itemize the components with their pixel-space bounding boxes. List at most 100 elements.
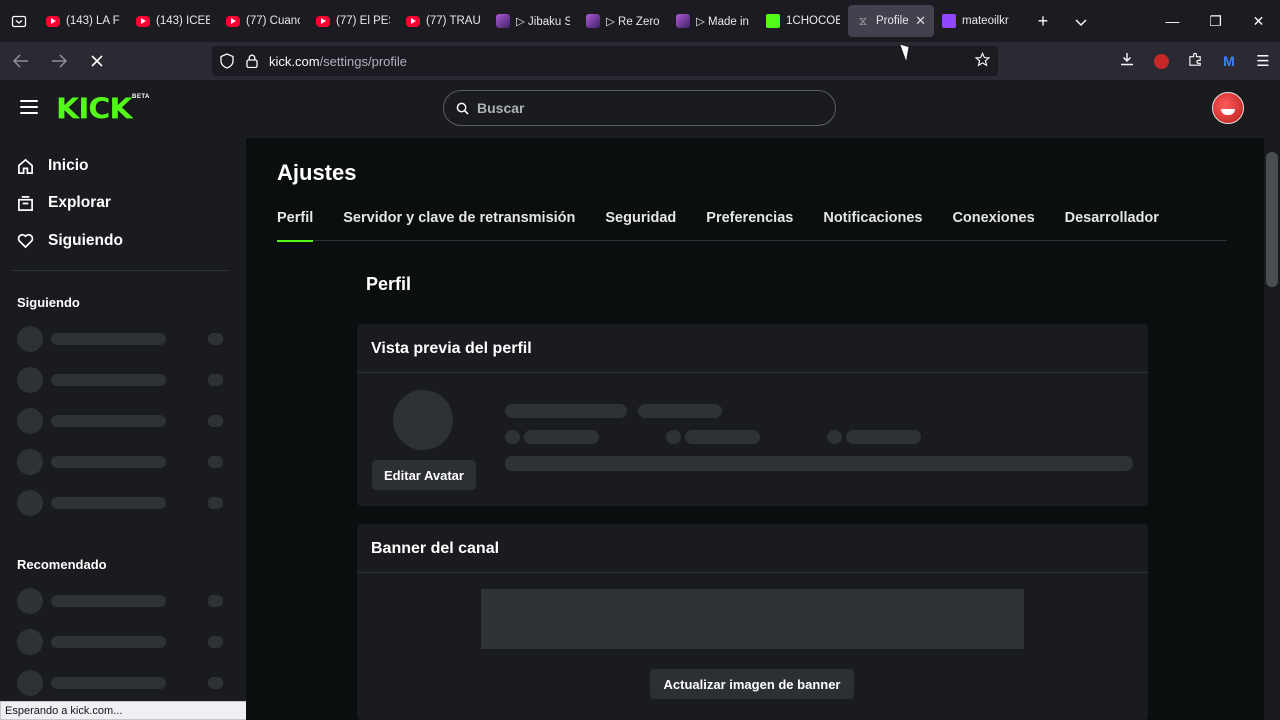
chevron-down-icon [1075,18,1087,26]
update-banner-button[interactable]: Actualizar imagen de banner [650,669,854,699]
tab-stream-key[interactable]: Servidor y clave de retransmisión [343,200,575,241]
toolbar-right: M ☰ [1110,42,1280,80]
youtube-icon [406,15,420,27]
search-icon [456,102,469,115]
app-menu-icon[interactable]: ☰ [1246,52,1280,70]
browser-tab-5[interactable]: (77) TRAU [398,5,488,37]
anime-site-icon [586,14,600,28]
stop-loading-button[interactable] [80,46,114,76]
browser-tab-8[interactable]: ▷ Made in [668,5,758,37]
forward-button[interactable] [42,46,76,76]
edit-avatar-button[interactable]: Editar Avatar [372,460,476,490]
tab-tray-icon [11,15,27,28]
settings-main: Ajustes Perfil Servidor y clave de retra… [246,138,1264,720]
heart-icon [16,232,34,250]
browser-tab-2[interactable]: (143) ICEB [128,5,218,37]
list-item-skeleton [17,670,227,696]
skeleton-dot [827,430,842,444]
tab-notifications[interactable]: Notificaciones [823,200,922,241]
tab-profile[interactable]: Perfil [277,200,314,242]
browser-tab-strip: (143) LA F (143) ICEB (77) Cuanc (77) El… [0,0,1280,42]
hamburger-menu-icon[interactable] [20,100,38,114]
sidebar-item-following[interactable]: Siguiendo [16,232,123,250]
list-item-skeleton [17,367,227,393]
scrollbar-thumb[interactable] [1266,152,1278,287]
browser-tab-1[interactable]: (143) LA F [38,5,128,37]
compass-icon [16,194,34,212]
address-bar[interactable]: kick.com/settings/profile [212,46,998,76]
browser-tab-6[interactable]: ▷ Jibaku S [488,5,578,37]
search-box[interactable] [443,90,836,126]
skeleton-bar [505,456,1133,471]
youtube-icon [136,15,150,27]
profile-preview-title: Vista previa del perfil [357,324,1148,373]
search-input[interactable] [477,100,807,116]
skeleton-line [524,430,599,444]
browser-tab-3[interactable]: (77) Cuanc [218,5,308,37]
downloads-icon[interactable] [1110,52,1144,70]
youtube-icon [226,15,240,27]
tab-overview-button[interactable] [0,0,38,42]
account-avatar-icon[interactable] [1144,53,1178,70]
section-title: Perfil [366,274,412,294]
profile-preview-card: Vista previa del perfil Editar Avatar [357,324,1148,506]
sidebar: Inicio Explorar Siguiendo Siguiendo Reco… [0,138,246,720]
extension-m-icon[interactable]: M [1212,53,1246,69]
restore-button[interactable]: ❐ [1194,13,1237,30]
browser-tab-11[interactable]: mateoilkr [934,5,1024,37]
list-item-skeleton [17,326,227,352]
close-tab-icon[interactable]: ✕ [915,13,926,29]
tab-preferences[interactable]: Preferencias [706,200,793,241]
browser-tab-4[interactable]: (77) El PES [308,5,398,37]
list-item-skeleton [17,490,227,516]
list-item-skeleton [17,588,227,614]
shield-icon[interactable] [220,53,234,69]
lock-icon[interactable] [246,54,258,68]
following-heading: Siguiendo [17,295,80,310]
anime-site-icon [676,14,690,28]
sidebar-divider [12,270,230,271]
beta-badge: BETA [132,94,150,100]
channel-banner-card: Banner del canal Actualizar imagen de ba… [357,524,1148,720]
browser-tab-active-profile[interactable]: ⧖ Profile ✕ [848,5,934,37]
list-item-skeleton [17,408,227,434]
extensions-puzzle-icon[interactable] [1178,52,1212,71]
minimize-button[interactable]: — [1151,13,1194,30]
arrow-left-icon [13,54,28,68]
close-window-button[interactable]: ✕ [1237,13,1280,30]
banner-placeholder [481,589,1024,649]
new-tab-button[interactable]: + [1024,11,1062,32]
sidebar-item-home[interactable]: Inicio [16,157,88,175]
youtube-icon [46,15,60,27]
browser-tab-9[interactable]: 1CHOCOB [758,5,848,37]
window-controls: — ❐ ✕ [1151,13,1280,30]
browser-tab-7[interactable]: ▷ Re Zero [578,5,668,37]
skeleton-line [505,404,627,418]
site-header: KICK BETA [0,80,1280,138]
browser-status-bar: Esperando a kick.com... [0,701,247,720]
url-text[interactable]: kick.com/settings/profile [269,54,407,69]
stop-x-icon [91,55,103,67]
list-all-tabs-button[interactable] [1062,11,1100,32]
sidebar-item-explore[interactable]: Explorar [16,194,111,212]
bookmark-star-icon[interactable] [974,52,991,70]
skeleton-dot [505,430,520,444]
tab-developer[interactable]: Desarrollador [1065,200,1159,241]
loading-icon: ⧖ [858,13,868,28]
settings-tabs: Perfil Servidor y clave de retransmisión… [277,200,1227,242]
home-icon [16,157,34,175]
avatar-placeholder [393,390,453,450]
list-item-skeleton [17,629,227,655]
skeleton-line [638,404,722,418]
page-title: Ajustes [277,160,357,185]
skeleton-line [846,430,921,444]
user-avatar[interactable] [1212,92,1244,124]
recommended-heading: Recomendado [17,557,107,572]
back-button[interactable] [4,46,38,76]
tab-security[interactable]: Seguridad [605,200,676,241]
youtube-icon [316,15,330,27]
kick-logo[interactable]: KICK [56,93,133,126]
tab-connections[interactable]: Conexiones [952,200,1034,241]
kick-icon [766,14,780,28]
channel-banner-title: Banner del canal [357,524,1148,573]
